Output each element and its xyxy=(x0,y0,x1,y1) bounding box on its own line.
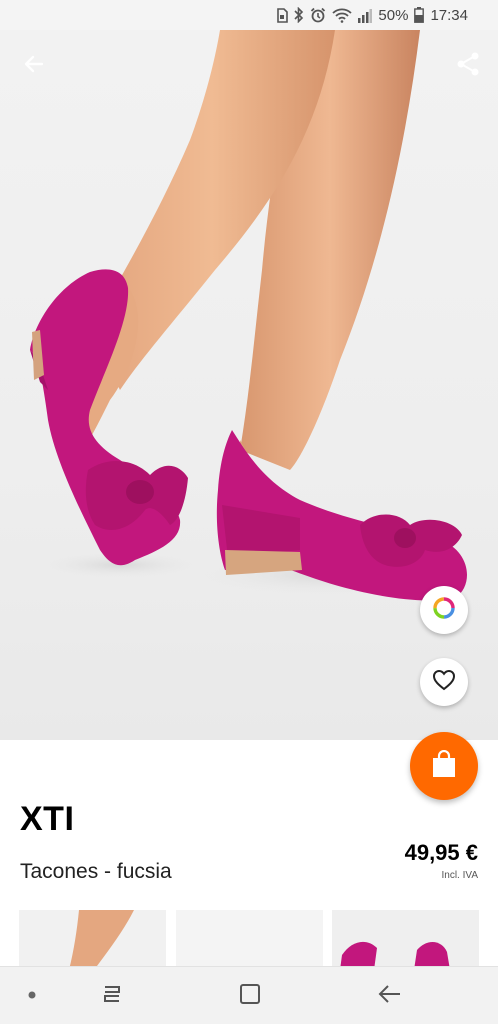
nav-dot-button[interactable] xyxy=(12,979,52,1013)
product-hero-image[interactable] xyxy=(0,30,498,740)
recents-dot-icon xyxy=(27,987,37,1005)
shopping-bag-icon xyxy=(431,749,457,783)
heart-icon xyxy=(431,668,457,697)
alarm-icon xyxy=(310,7,326,23)
thumbnail-3[interactable] xyxy=(332,910,479,970)
recent-apps-icon xyxy=(101,984,123,1009)
home-button[interactable] xyxy=(230,979,270,1013)
product-photo xyxy=(30,30,480,601)
share-icon xyxy=(455,51,481,82)
tax-note: Incl. IVA xyxy=(441,870,479,881)
battery-icon xyxy=(414,7,425,23)
back-arrow-icon xyxy=(22,52,46,81)
recent-apps-button[interactable] xyxy=(92,979,132,1013)
nav-back-button[interactable] xyxy=(370,979,410,1013)
color-options-icon xyxy=(431,595,457,626)
sim-icon xyxy=(276,7,289,23)
bow-detail-thumb xyxy=(332,910,479,970)
share-button[interactable] xyxy=(446,44,490,88)
color-options-button[interactable] xyxy=(420,586,468,634)
clock: 17:34 xyxy=(430,6,468,24)
bluetooth-icon xyxy=(294,7,304,23)
battery-percent: 50% xyxy=(378,6,409,24)
thumbnail-1[interactable] xyxy=(19,910,166,970)
leg-shoe-thumb xyxy=(19,910,166,970)
home-icon xyxy=(239,983,261,1010)
back-icon xyxy=(378,984,402,1009)
wishlist-button[interactable] xyxy=(420,658,468,706)
system-nav-bar xyxy=(0,966,498,1024)
wifi-icon xyxy=(332,8,353,23)
blank-thumb xyxy=(176,910,323,970)
product-name: Tacones - fucsia xyxy=(20,860,172,883)
brand-name: XTI xyxy=(20,800,75,838)
signal-icon xyxy=(358,8,373,23)
status-bar: 50% 17:34 xyxy=(0,0,498,30)
price: 49,95 € xyxy=(404,840,478,865)
add-to-cart-button[interactable] xyxy=(410,732,478,800)
back-button[interactable] xyxy=(12,44,56,88)
thumbnail-2[interactable] xyxy=(176,910,323,970)
